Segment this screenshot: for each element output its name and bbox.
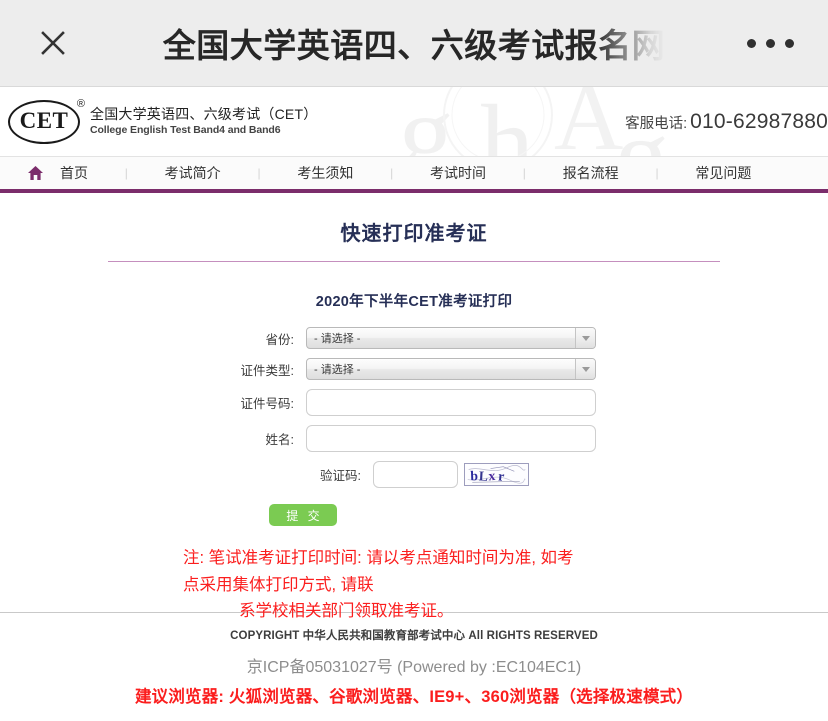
print-notice-text: 注: 笔试准考证打印时间: 请以考点通知时间为准, 如考 点采用集体打印方式, … [183, 545, 645, 625]
id-type-selected-value: - 请选择 - [314, 364, 361, 376]
svg-text:g: g [398, 87, 454, 157]
notice-line-2: 点采用集体打印方式, 请联 [183, 575, 374, 594]
form-row-province: 省份: - 请选择 - [232, 327, 596, 349]
submit-button[interactable]: 提 交 [269, 504, 337, 526]
logo-wordmark: 全国大学英语四、六级考试（CET） College English Test B… [90, 106, 317, 137]
form-row-captcha: 验证码: b L x r [299, 461, 529, 488]
form-row-name: 姓名: [232, 425, 596, 452]
page-title: 快速打印准考证 [340, 223, 488, 245]
more-dot [765, 38, 775, 48]
nav-separator: | [124, 166, 128, 180]
more-options-icon[interactable] [740, 28, 800, 58]
chevron-down-icon[interactable] [575, 359, 595, 379]
more-dot [784, 38, 794, 48]
nav-separator: | [655, 166, 659, 180]
svg-text:r: r [498, 468, 505, 483]
province-label: 省份: [265, 332, 294, 347]
captcha-input[interactable] [373, 461, 458, 488]
hotline-number: 010-62987880 [690, 109, 828, 133]
admission-ticket-form: 省份: - 请选择 - 证件类型: - 请选择 - 证件号码: 姓名: 验证码: [0, 327, 828, 526]
id-number-input[interactable] [306, 389, 596, 416]
more-dot [746, 38, 756, 48]
cet-logo-text: CET [19, 108, 69, 133]
browser-page-title: 全国大学英语四、六级考试报名网 [162, 27, 666, 64]
nav-item-registration-process[interactable]: 报名流程 [563, 163, 619, 183]
svg-text:A: A [554, 87, 623, 157]
svg-text:b: b [470, 468, 479, 483]
notice-line-1: 注: 笔试准考证打印时间: 请以考点通知时间为准, 如考 [183, 549, 574, 567]
main-navigation: 首页 | 考试简介 | 考生须知 | 考试时间 | 报名流程 | 常见问题 [0, 157, 828, 193]
svg-text:L: L [479, 468, 489, 483]
main-content: 快速打印准考证 2020年下半年CET准考证打印 省份: - 请选择 - 证件类… [0, 193, 828, 620]
footer-icp-license: 京ICP备05031027号 (Powered by :EC104EC1) [246, 659, 582, 676]
site-footer: COPYRIGHT 中华人民共和国教育部考试中心 All RIGHTS RESE… [0, 613, 828, 707]
registered-trademark-icon: ® [76, 97, 85, 110]
nav-separator: | [390, 166, 394, 180]
name-label: 姓名: [265, 433, 294, 447]
footer-browser-tip: 建议浏览器: 火狐浏览器、谷歌浏览器、IE9+、360浏览器（选择极速模式） [134, 688, 694, 706]
cet-logo-mark: CET ® [8, 98, 85, 144]
nav-separator: | [257, 166, 261, 180]
nav-item-exam-intro[interactable]: 考试简介 [165, 163, 221, 183]
browser-title-container: 全国大学英语四、六级考试报名网 [150, 18, 678, 68]
close-icon[interactable] [36, 26, 70, 60]
logo-english-name: College English Test Band4 and Band6 [90, 123, 281, 136]
nav-item-faq[interactable]: 常见问题 [695, 163, 751, 183]
id-number-label: 证件号码: [240, 397, 294, 411]
id-type-label: 证件类型: [240, 363, 294, 378]
nav-separator: | [522, 166, 526, 180]
notice-line-3: 系学校相关部门领取准考证。 [239, 602, 454, 621]
captcha-label: 验证码: [320, 469, 361, 483]
chevron-down-icon[interactable] [575, 328, 595, 348]
hotline-label: 客服电话: [625, 115, 688, 132]
site-header: g h A g CET ® 全国大学英语四、六级考试（CET） College … [0, 87, 828, 157]
form-subtitle: 2020年下半年CET准考证打印 [315, 294, 513, 310]
svg-text:x: x [488, 468, 496, 483]
browser-title-bar: 全国大学英语四、六级考试报名网 [0, 0, 828, 87]
nav-item-candidate-notice[interactable]: 考生须知 [297, 163, 353, 183]
nav-item-exam-time[interactable]: 考试时间 [430, 163, 486, 183]
form-row-id-number: 证件号码: [232, 389, 596, 416]
svg-text:h: h [480, 87, 534, 157]
form-row-id-type: 证件类型: - 请选择 - [232, 358, 596, 380]
name-input[interactable] [306, 425, 596, 452]
home-icon[interactable] [26, 164, 44, 182]
province-select[interactable]: - 请选择 - [306, 327, 596, 349]
nav-item-list: 首页 | 考试简介 | 考生须知 | 考试时间 | 报名流程 | 常见问题 [60, 163, 828, 183]
cet-logo[interactable]: CET ® 全国大学英语四、六级考试（CET） College English … [8, 98, 317, 144]
id-type-select[interactable]: - 请选择 - [306, 358, 596, 380]
logo-chinese-name: 全国大学英语四、六级考试（CET） [90, 106, 318, 123]
province-selected-value: - 请选择 - [314, 333, 361, 345]
nav-item-home[interactable]: 首页 [60, 163, 88, 183]
customer-service-hotline: 客服电话: 010-62987880 [625, 110, 828, 134]
captcha-image[interactable]: b L x r [464, 463, 529, 486]
title-divider [108, 261, 720, 262]
footer-copyright: COPYRIGHT 中华人民共和国教育部考试中心 All RIGHTS RESE… [230, 630, 598, 642]
submit-row: 提 交 [269, 504, 633, 526]
